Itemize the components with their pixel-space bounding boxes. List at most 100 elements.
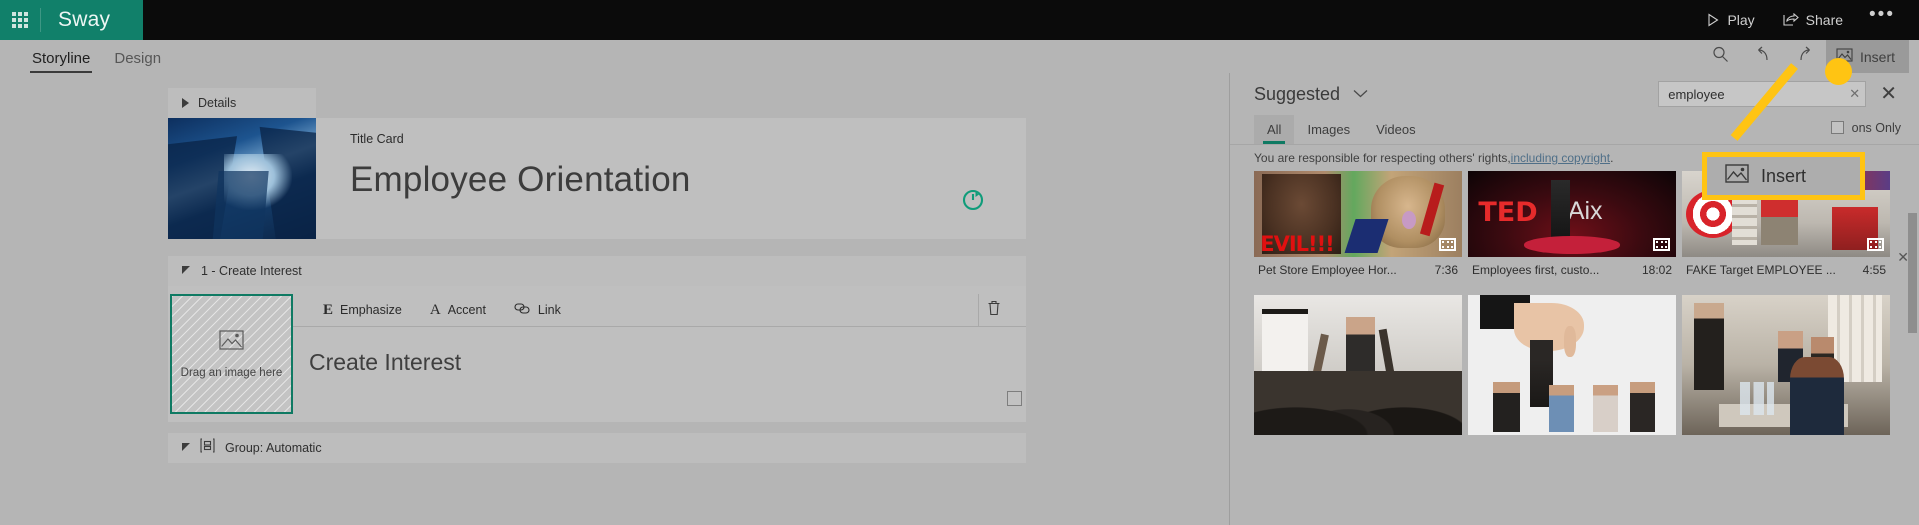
section-body-wrapper: Drag an image here E Emphasize A Accent bbox=[168, 286, 1048, 422]
share-arrow-icon bbox=[1783, 13, 1799, 27]
brand-divider bbox=[40, 8, 41, 32]
delete-card-button[interactable] bbox=[978, 293, 1008, 327]
thumb-shape bbox=[1524, 236, 1620, 254]
list-item bbox=[1682, 295, 1890, 435]
panel-header: Suggested ✕ ✕ bbox=[1230, 73, 1919, 115]
play-triangle-icon bbox=[1706, 13, 1720, 27]
thumb-shape bbox=[1563, 325, 1577, 357]
search-button[interactable] bbox=[1700, 40, 1742, 73]
notice-close-icon[interactable]: ✕ bbox=[1897, 249, 1909, 266]
film-strip-icon bbox=[1439, 238, 1456, 251]
section-checkbox[interactable] bbox=[1007, 391, 1022, 406]
ribbon-actions: Insert bbox=[1700, 40, 1919, 73]
building-shape bbox=[211, 171, 270, 239]
video-duration: 7:36 bbox=[1434, 263, 1458, 277]
creative-commons-label: ons Only bbox=[1851, 120, 1901, 135]
thumb-shape bbox=[1254, 370, 1462, 435]
section-header-label: 1 - Create Interest bbox=[201, 264, 302, 278]
title-card-details-toggle[interactable]: Details bbox=[168, 88, 316, 118]
notice-period: . bbox=[1610, 151, 1614, 165]
dropzone-label: Drag an image here bbox=[180, 366, 283, 379]
thumb-overlay-text: TED bbox=[1478, 196, 1538, 228]
picture-icon bbox=[219, 329, 244, 355]
chevron-down-icon bbox=[1353, 85, 1368, 103]
callout-insert-highlight: Insert bbox=[1702, 152, 1865, 200]
thumb-overlay-text: EVIL!!! bbox=[1260, 232, 1335, 257]
tab-videos[interactable]: Videos bbox=[1363, 115, 1429, 144]
search-input[interactable] bbox=[1668, 86, 1845, 102]
card-stack: Details Title Card Employee Orientation bbox=[168, 73, 1048, 463]
thumb-shape bbox=[1592, 384, 1618, 433]
video-caption: Pet Store Employee Hor... 7:36 bbox=[1254, 257, 1462, 283]
thumb-shape bbox=[1694, 303, 1724, 391]
thumb-shape bbox=[1492, 381, 1520, 433]
details-label: Details bbox=[198, 96, 237, 110]
accent-label: Accent bbox=[447, 303, 486, 317]
bold-e-icon: E bbox=[323, 301, 334, 318]
notice-text: You are responsible for respecting other… bbox=[1254, 151, 1511, 165]
copyright-link[interactable]: including copyright bbox=[1511, 151, 1610, 165]
thumb-shape bbox=[1630, 381, 1656, 433]
thumb-shape bbox=[1344, 219, 1389, 254]
tab-storyline[interactable]: Storyline bbox=[20, 50, 102, 73]
tab-all[interactable]: All bbox=[1254, 115, 1295, 144]
callout-target-dot bbox=[1825, 58, 1852, 85]
play-button[interactable]: Play bbox=[1692, 0, 1768, 40]
title-card-body: Title Card Employee Orientation bbox=[316, 118, 1026, 239]
checkbox-icon[interactable] bbox=[1830, 121, 1844, 134]
image-thumbnail[interactable] bbox=[1468, 295, 1676, 435]
image-thumbnail[interactable] bbox=[1254, 295, 1462, 435]
format-toolbar: E Emphasize A Accent Link bbox=[293, 293, 1026, 327]
creative-commons-toggle[interactable]: ons Only bbox=[1830, 120, 1919, 139]
link-label: Link bbox=[537, 303, 561, 317]
emphasize-button[interactable]: E Emphasize bbox=[309, 294, 416, 327]
source-dropdown[interactable]: Suggested bbox=[1254, 84, 1368, 105]
panel-scrollbar[interactable] bbox=[1908, 173, 1917, 523]
refresh-circle-icon[interactable] bbox=[962, 189, 984, 211]
thumb-shape bbox=[1549, 384, 1575, 433]
page-title[interactable]: Employee Orientation bbox=[350, 160, 1026, 200]
link-button[interactable]: Link bbox=[500, 294, 575, 327]
film-strip-icon bbox=[1867, 238, 1884, 251]
share-button[interactable]: Share bbox=[1769, 0, 1857, 40]
image-dropzone[interactable]: Drag an image here bbox=[170, 294, 293, 414]
video-caption: FAKE Target EMPLOYEE ... 4:55 bbox=[1682, 257, 1890, 283]
redo-arrow-icon bbox=[1796, 46, 1814, 68]
tab-images[interactable]: Images bbox=[1294, 115, 1363, 144]
accent-a-icon: A bbox=[429, 301, 441, 318]
trash-icon bbox=[987, 300, 1001, 321]
list-item: TED Aix Employees first, custo... 18:02 bbox=[1468, 171, 1676, 283]
callout-label: Insert bbox=[1761, 165, 1807, 186]
emphasize-label: Emphasize bbox=[340, 303, 402, 317]
app-launcher-button[interactable] bbox=[0, 0, 40, 40]
tab-design[interactable]: Design bbox=[102, 50, 173, 73]
thumb-shape bbox=[1740, 381, 1774, 416]
undo-button[interactable] bbox=[1742, 40, 1784, 73]
video-thumbnail[interactable]: EVIL!!! bbox=[1254, 171, 1462, 257]
thumb-shape bbox=[1551, 179, 1570, 244]
video-title: FAKE Target EMPLOYEE ... bbox=[1686, 263, 1836, 277]
section-header-group[interactable]: Group: Automatic bbox=[168, 433, 1026, 463]
thumb-shape bbox=[1790, 356, 1845, 435]
accent-button[interactable]: A Accent bbox=[416, 294, 500, 327]
group-frame-icon bbox=[200, 438, 215, 458]
panel-scroll-thumb[interactable] bbox=[1908, 213, 1917, 333]
undo-arrow-icon bbox=[1754, 46, 1772, 68]
image-results-grid bbox=[1230, 295, 1919, 435]
triangle-down-icon bbox=[182, 265, 190, 274]
title-card[interactable]: Details Title Card Employee Orientation bbox=[168, 88, 1026, 239]
small-x-icon[interactable]: ✕ bbox=[1844, 86, 1865, 102]
video-title: Pet Store Employee Hor... bbox=[1258, 263, 1397, 277]
more-options-button[interactable]: ••• bbox=[1857, 0, 1907, 40]
brand-title: Sway bbox=[58, 8, 111, 31]
close-panel-button[interactable]: ✕ bbox=[1866, 84, 1907, 104]
section-header-create-interest[interactable]: 1 - Create Interest bbox=[168, 256, 1026, 286]
title-card-thumbnail[interactable] bbox=[168, 118, 316, 239]
image-thumbnail[interactable] bbox=[1682, 295, 1890, 435]
section-heading-text[interactable]: Create Interest bbox=[293, 327, 1026, 376]
list-item bbox=[1254, 295, 1462, 435]
video-duration: 4:55 bbox=[1862, 263, 1886, 277]
ribbon-tabs: Storyline Design bbox=[0, 50, 173, 73]
triangle-down-icon bbox=[182, 442, 190, 451]
video-thumbnail[interactable]: TED Aix bbox=[1468, 171, 1676, 257]
